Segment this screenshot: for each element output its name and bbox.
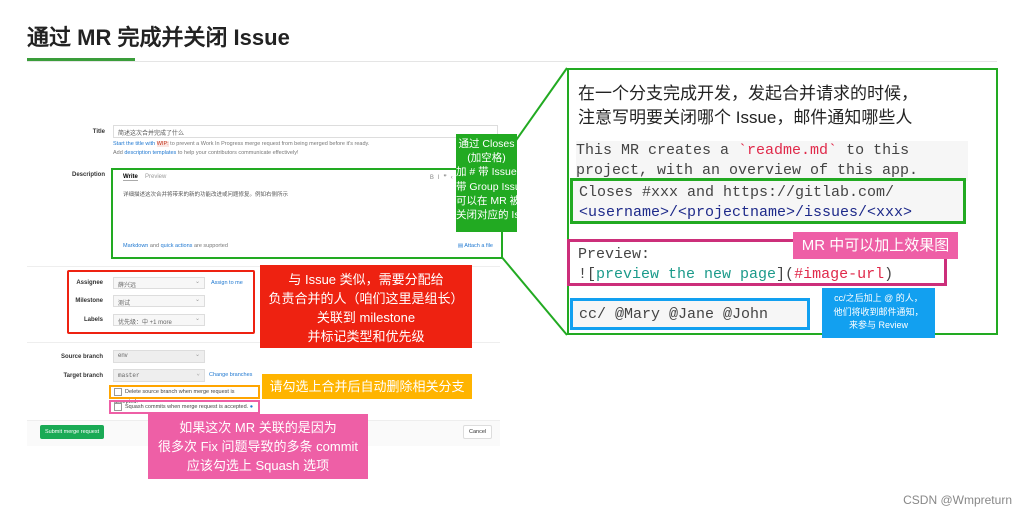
code-text: Closes #xxx and https://gitlab.com/ xyxy=(579,184,895,201)
code-text: preview the new page xyxy=(596,266,777,283)
tab-preview[interactable]: Preview xyxy=(145,174,166,180)
bold-icon[interactable]: B xyxy=(430,175,438,181)
code-text: to this xyxy=(837,142,910,159)
milestone-select[interactable]: 测试 xyxy=(113,295,205,307)
and-text: and xyxy=(149,243,160,249)
title-input[interactable]: 简述这次合并完成了什么 xyxy=(113,125,498,138)
callout-line: 负责合并的人（咱们这里是组长） xyxy=(268,290,464,306)
cc-callout: cc/之后加上 @ 的人， 他们将收到邮件通知， 来参与 Review xyxy=(822,288,935,338)
supported-text: are supported xyxy=(193,243,228,249)
callout-line: 并标记类型和优先级 xyxy=(307,328,425,344)
template-hint-post: to help your contributors communicate ef… xyxy=(177,150,299,156)
template-hint: Add xyxy=(113,150,123,156)
preview-callout: MR 中可以加上效果图 xyxy=(793,232,958,259)
callout-line: 带 Group Issue 地址 xyxy=(456,180,551,193)
squash-commits-checkbox[interactable]: Squash commits when merge request is acc… xyxy=(109,400,260,414)
title-label: Title xyxy=(92,129,105,135)
heading-line: 注意写明要关闭哪个 Issue，邮件通知哪些人 xyxy=(578,107,913,127)
checkbox-icon xyxy=(114,387,122,396)
example-heading: 在一个分支完成开发，发起合并请求的时候， 注意写明要关闭哪个 Issue，邮件通知… xyxy=(578,82,918,130)
wip-tag: WIP: xyxy=(156,141,169,147)
code-filename: `readme.md` xyxy=(738,142,838,159)
assignee-select[interactable]: 薛兴远 xyxy=(113,277,205,289)
checkbox-icon xyxy=(114,402,122,411)
code-text: ![ xyxy=(578,266,597,283)
delete-branch-checkbox[interactable]: Delete source branch when merge request … xyxy=(109,385,260,405)
squash-callout: 如果这次 MR 关联的是因为很多次 Fix 问题导致的多条 commit 应该勾选… xyxy=(148,414,368,479)
source-branch-label: Source branch xyxy=(60,354,103,360)
source-branch-select[interactable]: env xyxy=(113,350,205,363)
callout-line: 关闭对应的 Issue xyxy=(456,208,537,221)
code-text: ]( xyxy=(776,266,795,283)
callout-line: (加空格) xyxy=(467,152,506,165)
closes-callout: 通过 Closes (加空格) 加 # 带 Issue ID 或带 Group Is… xyxy=(456,134,552,232)
callout-line: cc/之后加上 @ 的人， xyxy=(834,293,923,303)
target-branch-select[interactable]: master xyxy=(113,369,205,382)
submit-merge-request-button[interactable]: Submit merge request xyxy=(40,425,105,439)
callout-line: 与 Issue 类似，需要分配给 xyxy=(288,272,444,287)
assignee-label: Assignee xyxy=(76,280,103,286)
delete-branch-callout: 请勾选上合并后自动删除相关分支 xyxy=(262,374,472,399)
code-text: This MR creates a xyxy=(576,142,739,159)
milestone-label: Milestone xyxy=(75,298,103,304)
markdown-link[interactable]: Markdown xyxy=(123,243,148,249)
callout-line: 他们将收到邮件通知， xyxy=(833,306,924,317)
callout-line: 很多次 Fix 问题导致的多条 commit xyxy=(157,438,359,454)
quick-actions-link[interactable]: quick actions xyxy=(161,243,193,249)
wip-hint: to prevent a Work In Progress merge requ… xyxy=(170,141,370,147)
squash-label: Squash commits when merge request is acc… xyxy=(125,404,249,410)
code-text: #image-url xyxy=(794,266,885,283)
quote-icon[interactable]: ❞ xyxy=(444,175,451,181)
assign-callout: 与 Issue 类似，需要分配给负责合并的人（咱们这里是组长） 关联到 miles… xyxy=(260,265,472,348)
tab-write[interactable]: Write xyxy=(123,174,138,181)
watermark: CSDN @Wmpreturn xyxy=(903,493,1012,507)
labels-label: Labels xyxy=(83,317,103,323)
callout-line: 加 # 带 Issue ID 或 xyxy=(456,166,544,179)
file-icon: ▤ xyxy=(457,243,464,249)
description-editor: Write Preview BI❞‹›🔗☰☷ 详细描述这次合并将带来的新的功能改… xyxy=(111,168,503,259)
closes-example: Closes #xxx and https://gitlab.com/ <use… xyxy=(570,178,966,224)
wip-link[interactable]: Start the title with xyxy=(113,141,155,147)
callout-line: 可以在 MR 被合并后 xyxy=(456,194,552,207)
description-templates-link[interactable]: description templates xyxy=(124,150,176,156)
code-text: project, with an overview of this app. xyxy=(576,162,919,179)
callout-line: 如果这次 MR 关联的是因为 xyxy=(179,420,337,435)
attach-label: Attach a file xyxy=(464,243,493,249)
help-icon[interactable]: ● xyxy=(250,404,253,410)
callout-line: 关联到 milestone xyxy=(316,309,416,325)
cc-example: cc/ @Mary @Jane @John xyxy=(570,298,810,330)
target-branch-label: Target branch xyxy=(63,373,103,379)
code-text: ) xyxy=(884,266,894,283)
callout-line: 来参与 Review xyxy=(848,320,908,330)
attach-file-button[interactable]: ▤ Attach a file xyxy=(458,243,493,249)
change-branches-link[interactable]: Change branches xyxy=(209,372,252,378)
description-textarea[interactable]: 详细描述这次合并将带来的新的功能改进或问题修复。例如右侧所示 xyxy=(123,190,288,198)
assign-to-me-link[interactable]: Assign to me xyxy=(211,280,243,286)
description-label: Description xyxy=(71,172,105,178)
example-intro: This MR creates a `readme.md` to this pr… xyxy=(576,141,968,181)
callout-line: 应该勾选上 Squash 选项 xyxy=(186,457,330,473)
cancel-button[interactable]: Cancel xyxy=(463,425,493,439)
heading-line: 在一个分支完成开发，发起合并请求的时候， xyxy=(578,84,918,103)
code-text: <username>/<projectname>/issues/<xxx> xyxy=(579,204,913,221)
callout-line: 通过 Closes xyxy=(458,138,515,150)
labels-select[interactable]: 优先级：中 +1 more xyxy=(113,314,205,326)
code-text: Preview: xyxy=(578,246,651,263)
